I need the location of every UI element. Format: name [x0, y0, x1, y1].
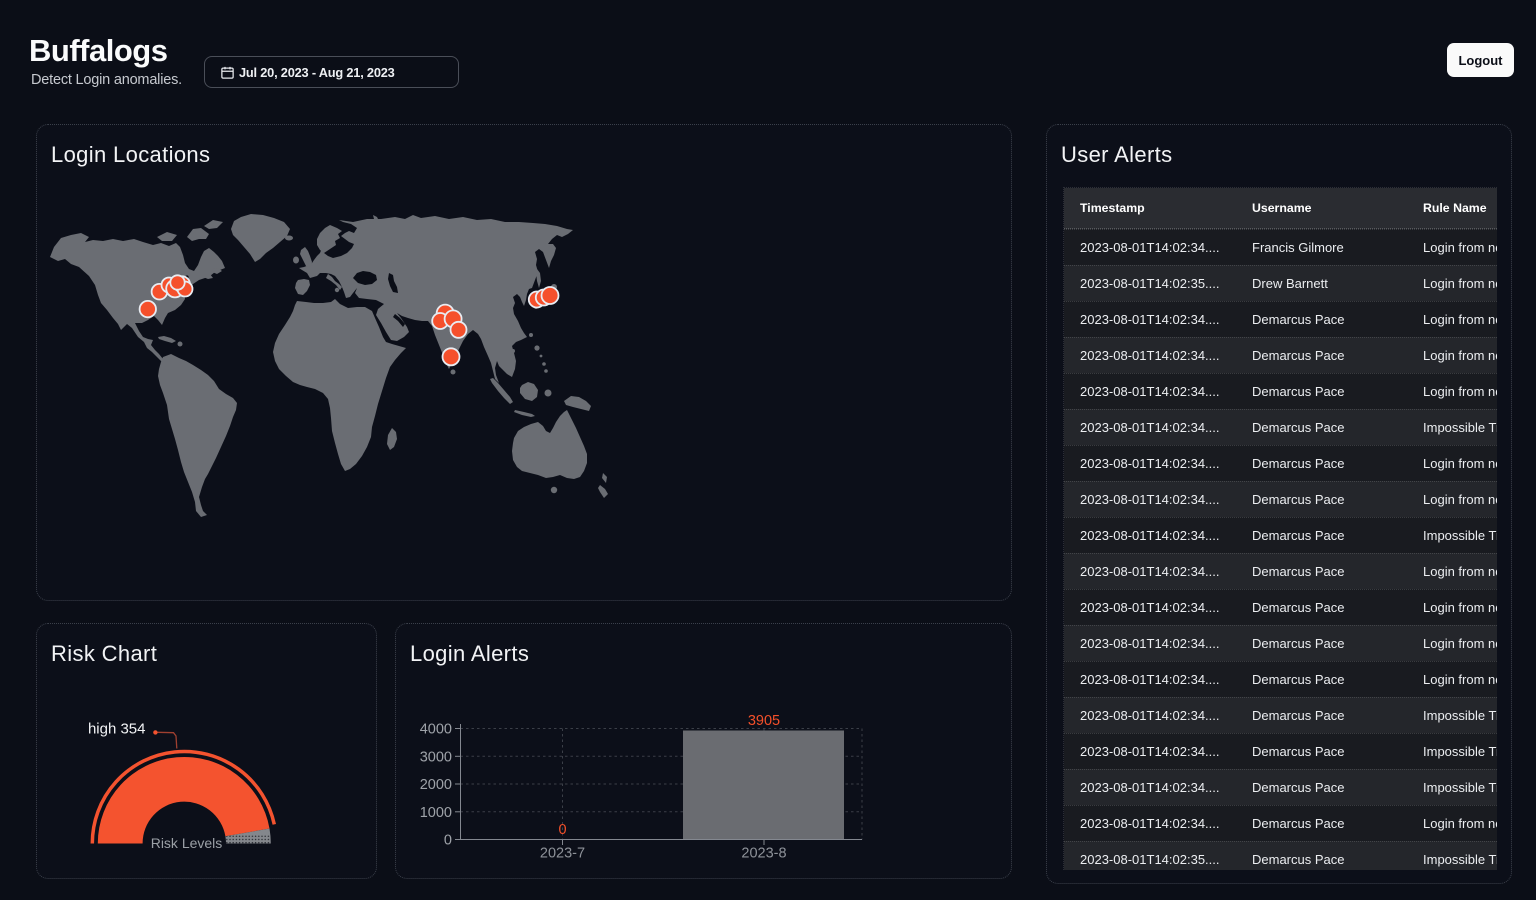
svg-text:Risk Levels: Risk Levels [151, 835, 223, 851]
svg-text:0: 0 [444, 833, 452, 849]
svg-text:high 354: high 354 [88, 721, 146, 738]
svg-text:1000: 1000 [420, 805, 452, 821]
svg-text:3905: 3905 [748, 713, 780, 729]
svg-text:2023-7: 2023-7 [540, 846, 585, 862]
svg-text:3000: 3000 [420, 749, 452, 765]
svg-text:4000: 4000 [420, 722, 452, 738]
svg-text:2000: 2000 [420, 777, 452, 793]
svg-text:2023-8: 2023-8 [741, 846, 786, 862]
svg-text:0: 0 [558, 822, 566, 838]
